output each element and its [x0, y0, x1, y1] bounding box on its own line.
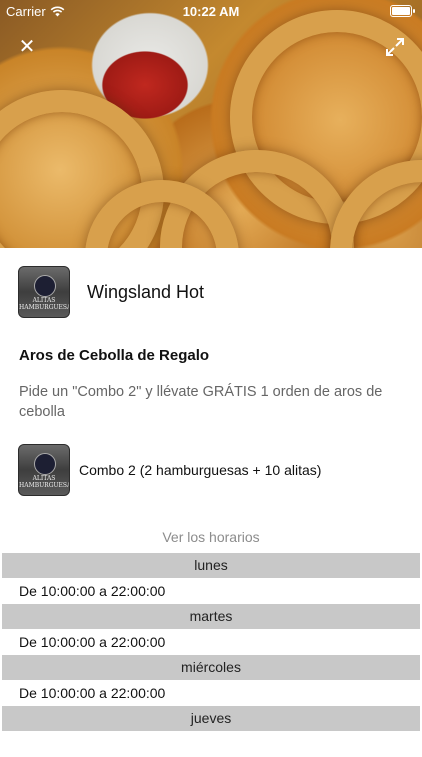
business-logo: ALITAS HAMBURGUESAS [18, 266, 70, 318]
business-name: Wingsland Hot [87, 281, 205, 302]
expand-button[interactable] [384, 36, 406, 58]
day-hours [2, 731, 420, 757]
day-hours: De 10:00:00 a 22:00:00 [2, 680, 420, 706]
offer-item-label: Combo 2 (2 hamburguesas + 10 alitas) [79, 462, 322, 478]
day-header: jueves [2, 706, 420, 731]
day-hours: De 10:00:00 a 22:00:00 [2, 578, 420, 604]
day-hours: De 10:00:00 a 22:00:00 [2, 629, 420, 655]
logo-text: ALITAS [32, 475, 56, 482]
offer-title: Aros de Cebolla de Regalo [19, 347, 210, 364]
day-header: lunes [2, 553, 420, 578]
close-icon: ✕ [18, 36, 36, 58]
logo-text: HAMBURGUESAS [19, 304, 70, 311]
offer-item[interactable]: ALITAS HAMBURGUESAS Combo 2 (2 hamburgue… [18, 444, 321, 496]
day-header: martes [2, 604, 420, 629]
close-button[interactable]: ✕ [14, 34, 40, 60]
logo-text: ALITAS [32, 297, 56, 304]
status-time: 10:22 AM [182, 4, 240, 19]
day-header: miércoles [2, 655, 420, 680]
offer-card: ALITAS HAMBURGUESAS Wingsland Hot Aros d… [2, 248, 420, 757]
view-hours-link[interactable]: Ver los horarios [2, 529, 420, 545]
battery-icon [390, 5, 415, 17]
hero-image: Carrier 10:22 AM ✕ [0, 0, 422, 248]
offer-description: Pide un "Combo 2" y llévate GRÁTIS 1 ord… [19, 384, 383, 420]
item-logo: ALITAS HAMBURGUESAS [18, 444, 70, 496]
expand-icon [386, 38, 404, 56]
logo-text: HAMBURGUESAS [19, 482, 70, 489]
business-row[interactable]: ALITAS HAMBURGUESAS Wingsland Hot [18, 266, 204, 318]
opening-hours: lunes De 10:00:00 a 22:00:00 martes De 1… [2, 553, 420, 757]
status-bar: Carrier 10:22 AM [0, 0, 422, 22]
